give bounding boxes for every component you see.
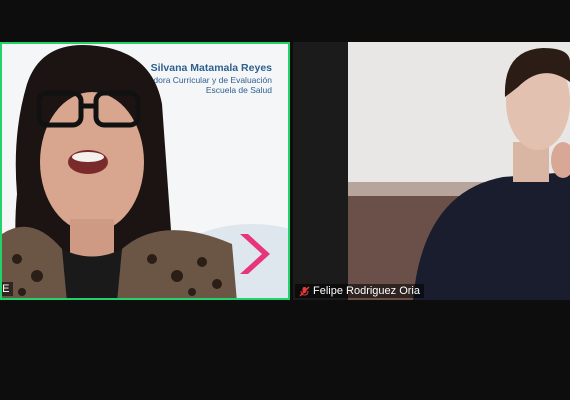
video-tile-silvana[interactable]: Silvana Matamala Reyes nadora Curricular… — [0, 42, 290, 300]
video-tile-felipe[interactable]: Felipe Rodriguez Oria — [293, 42, 570, 300]
participant-name-tag: Felipe Rodriguez Oria — [295, 284, 424, 298]
participant-name-label: Felipe Rodriguez Oria — [313, 285, 420, 297]
participant-video-felipe — [413, 48, 570, 300]
participant-name-tag: LE — [2, 282, 14, 296]
mic-off-icon — [299, 286, 310, 296]
participant-video-silvana — [2, 45, 237, 298]
